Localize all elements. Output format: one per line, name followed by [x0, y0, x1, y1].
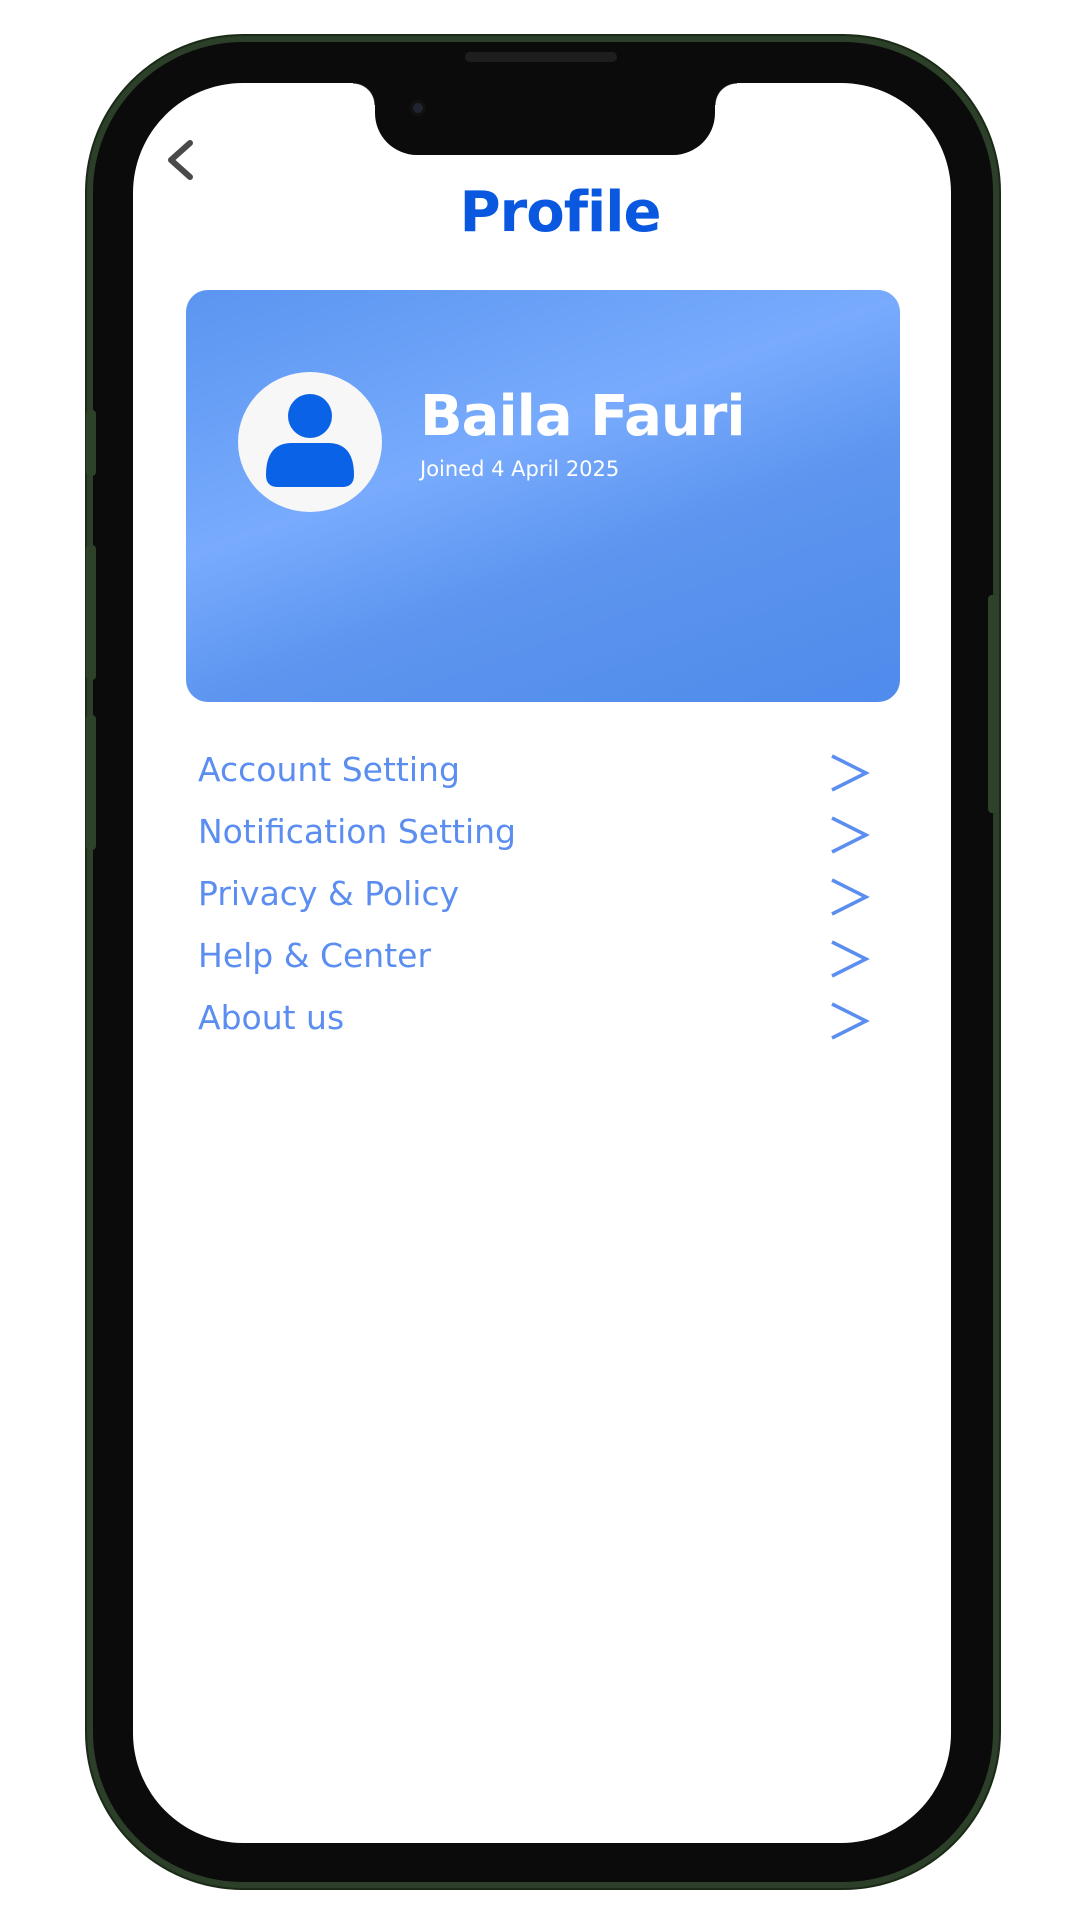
chevron-right-icon: [831, 754, 870, 792]
menu-item-label: Privacy & Policy: [198, 874, 460, 913]
volume-up-button: [86, 545, 96, 680]
menu-item-about-us[interactable]: About us: [196, 990, 876, 1052]
profile-card: Baila Fauri Joined 4 April 2025: [186, 290, 900, 702]
menu-item-help-center[interactable]: Help & Center: [196, 928, 876, 990]
mute-switch: [86, 410, 96, 476]
volume-down-button: [86, 715, 96, 850]
menu-item-notification-setting[interactable]: Notification Setting: [196, 804, 876, 866]
joined-date: Joined 4 April 2025: [420, 457, 620, 481]
back-button[interactable]: [163, 138, 203, 182]
chevron-right-icon: [831, 940, 870, 978]
avatar[interactable]: [238, 372, 382, 512]
menu-item-account-setting[interactable]: Account Setting: [196, 742, 876, 804]
notch: [353, 83, 737, 155]
chevron-right-icon: [831, 878, 870, 916]
menu-item-label: About us: [198, 998, 345, 1037]
camera: [410, 100, 426, 116]
chevron-left-icon: [168, 140, 193, 180]
speaker: [465, 52, 617, 62]
menu-item-privacy-policy[interactable]: Privacy & Policy: [196, 866, 876, 928]
settings-menu: Account Setting Notification Setting Pri…: [196, 742, 876, 1052]
chevron-right-icon: [831, 1002, 870, 1040]
menu-item-label: Notification Setting: [198, 812, 516, 851]
user-icon: [266, 394, 354, 487]
menu-item-label: Account Setting: [198, 750, 460, 789]
page-title: Profile: [459, 180, 662, 245]
chevron-right-icon: [831, 816, 870, 854]
user-name: Baila Fauri: [420, 384, 746, 449]
canvas: Profile Baila Fauri Joined 4 April 2025 …: [0, 0, 1080, 1920]
power-button: [988, 595, 998, 813]
menu-item-label: Help & Center: [198, 936, 432, 975]
